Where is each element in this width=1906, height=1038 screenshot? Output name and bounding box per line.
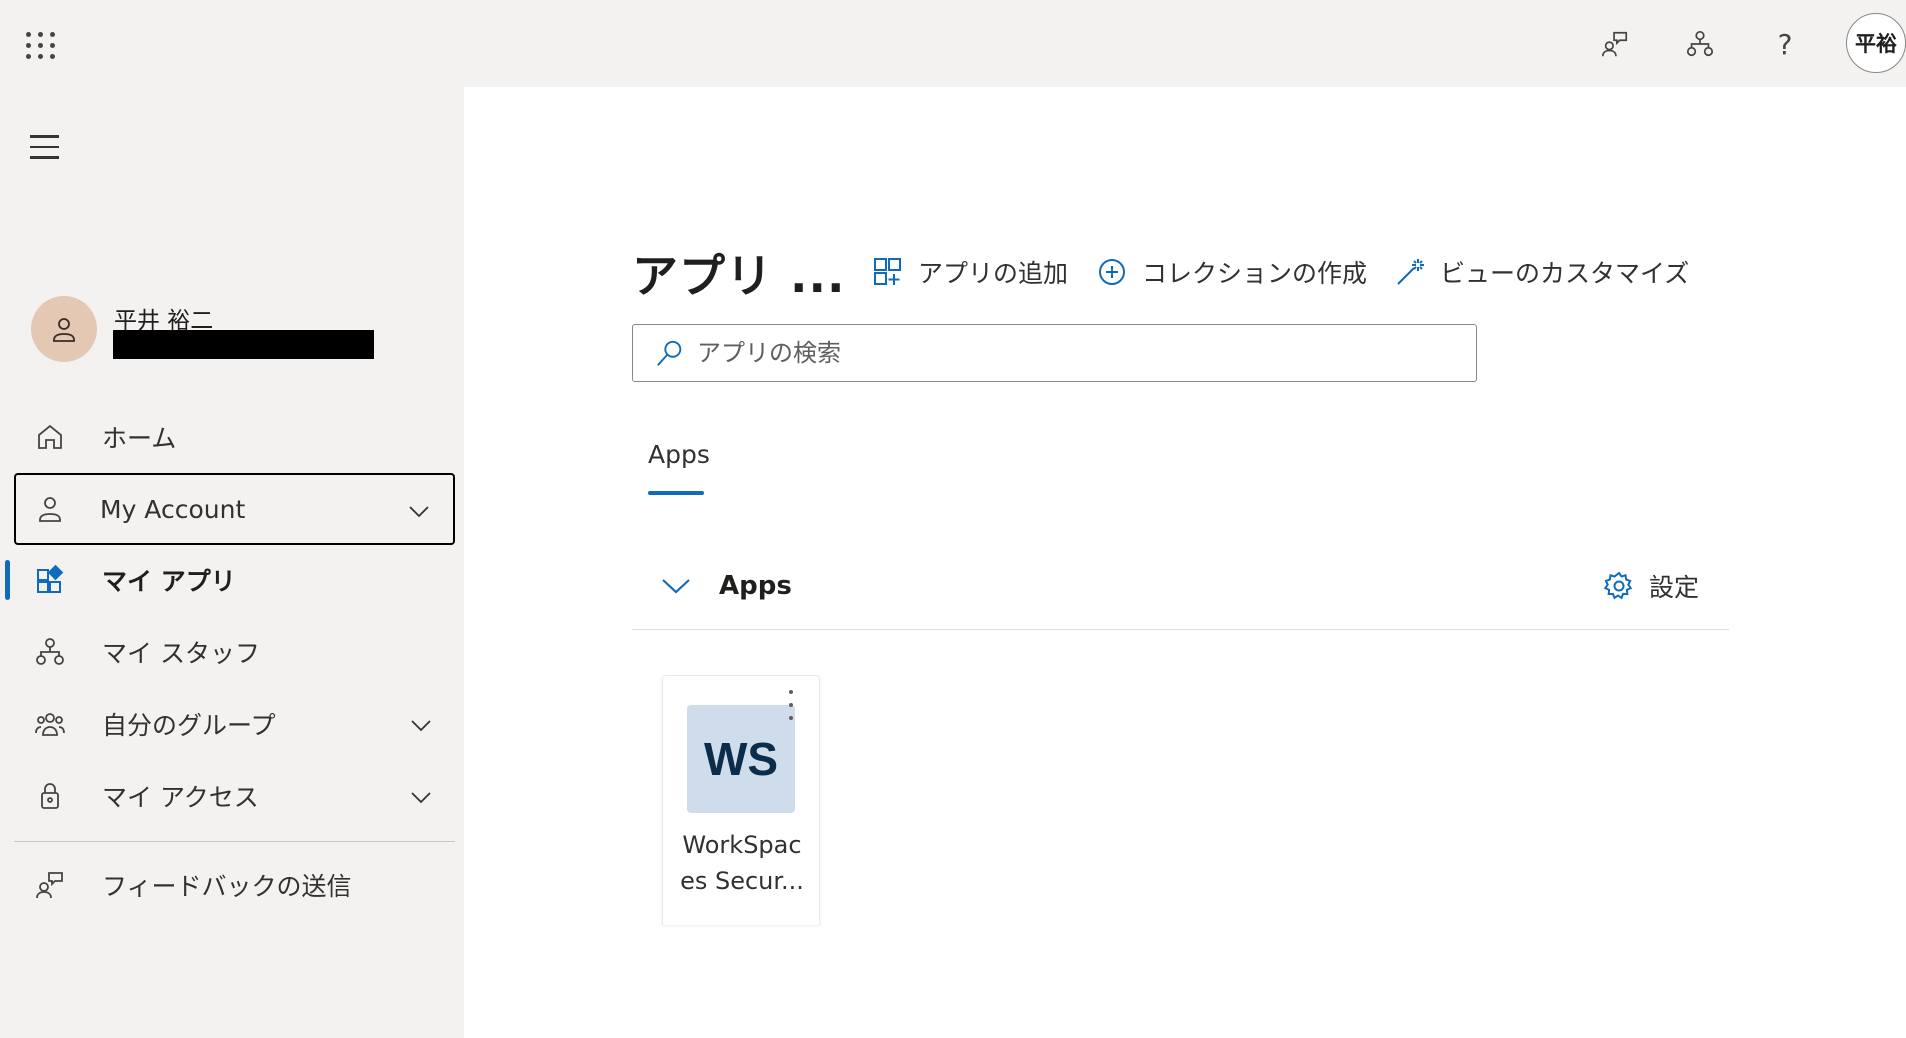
chevron-down-icon[interactable] (409, 785, 433, 809)
app-tile-logo: WS (687, 705, 795, 813)
home-icon (30, 417, 70, 457)
sidebar-item-my-account[interactable]: My Account (14, 473, 455, 545)
page-title: アプリ ... (632, 249, 846, 303)
customize-view-button[interactable]: ビューのカスタマイズ (1394, 252, 1689, 292)
magic-wand-icon (1397, 259, 1424, 285)
search-input[interactable] (697, 339, 1457, 367)
add-app-button[interactable]: アプリの追加 (872, 252, 1068, 292)
sidebar-item-label: 自分のグループ (102, 711, 276, 740)
sidebar-item-label: My Account (100, 494, 246, 524)
sidebar-item-my-access[interactable]: マイ アクセス (14, 761, 455, 831)
lock-icon (30, 776, 70, 816)
app-name: WorkSpac es Secur... (667, 827, 817, 899)
sidebar-item-label: マイ アクセス (102, 783, 259, 812)
app-search-box[interactable] (632, 324, 1477, 382)
customize-view-label: ビューのカスタマイズ (1440, 259, 1690, 288)
waffle-icon[interactable] (22, 28, 56, 62)
app-name-line: es Secur... (680, 867, 804, 895)
app-name-line: WorkSpac (682, 831, 802, 859)
sidebar-item-home[interactable]: ホーム (14, 402, 455, 472)
sidebar-item-my-groups[interactable]: 自分のグループ (14, 689, 455, 759)
sidebar-item-my-staff[interactable]: マイ スタッフ (14, 617, 455, 687)
help-icon[interactable]: ? (1763, 22, 1807, 66)
app-card[interactable]: WS WorkSpac es Secur... (662, 675, 820, 925)
add-app-label: アプリの追加 (918, 259, 1069, 288)
org-icon[interactable] (1678, 22, 1722, 66)
sidebar-item-send-feedback[interactable]: フィードバックの送信 (14, 850, 455, 920)
redacted-email (113, 330, 374, 359)
create-collection-button[interactable]: コレクションの作成 (1096, 252, 1367, 292)
feedback-icon (30, 865, 70, 905)
hamburger-menu-icon[interactable] (30, 135, 62, 163)
settings-button[interactable]: 設定 (1603, 568, 1699, 604)
feedback-icon[interactable] (1593, 22, 1637, 66)
tab-apps-underline (648, 491, 704, 495)
more-options-icon[interactable] (787, 690, 795, 720)
profile-avatar (31, 296, 97, 362)
user-avatar[interactable]: 平裕 (1846, 13, 1906, 73)
create-collection-label: コレクションの作成 (1142, 259, 1368, 288)
sidebar-item-label: マイ スタッフ (102, 639, 260, 668)
group-icon (30, 704, 70, 744)
sidebar-item-label: ホーム (102, 424, 177, 453)
person-icon (30, 489, 70, 529)
chevron-down-icon[interactable] (407, 499, 431, 523)
sidebar-item-label: フィードバックの送信 (102, 872, 352, 901)
person-icon (53, 318, 75, 342)
sidebar-item-my-apps[interactable]: マイ アプリ (14, 545, 455, 615)
sidebar-divider (14, 841, 455, 842)
tab-apps[interactable]: Apps (648, 440, 710, 469)
add-circle-icon (1099, 259, 1125, 285)
section-divider (632, 629, 1729, 630)
chevron-down-icon[interactable] (660, 570, 692, 602)
gear-icon (1603, 571, 1633, 600)
settings-label: 設定 (1649, 573, 1700, 602)
active-indicator (5, 560, 10, 600)
top-bar: ? 平裕 (0, 0, 1906, 87)
sidebar-item-label: マイ アプリ (102, 567, 236, 596)
apps-icon (30, 560, 70, 600)
search-icon (657, 340, 682, 366)
chevron-down-icon[interactable] (409, 713, 433, 737)
add-app-icon (874, 258, 901, 285)
org-icon (30, 632, 70, 672)
section-title: Apps (719, 571, 792, 601)
